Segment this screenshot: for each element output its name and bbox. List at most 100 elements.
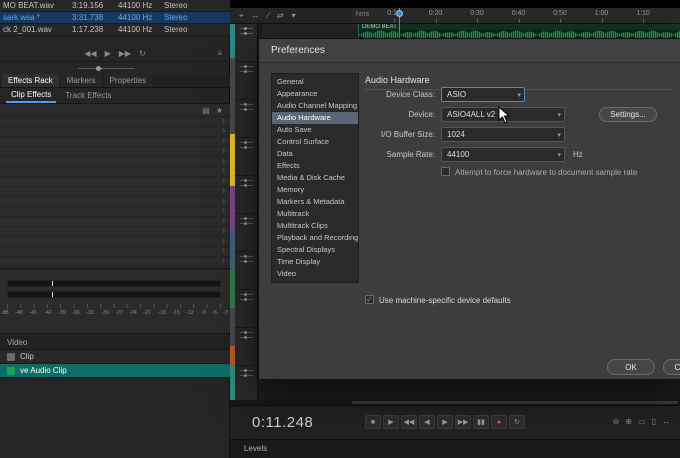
tab-effects-rack[interactable]: Effects Rack: [2, 74, 59, 87]
pref-category-multitrack-clips[interactable]: Multitrack Clips: [272, 220, 358, 232]
track-slider[interactable]: [240, 70, 253, 73]
pref-category-audio-hardware[interactable]: Audio Hardware: [272, 112, 358, 124]
pref-category-video[interactable]: Video: [272, 268, 358, 280]
device-class-dropdown[interactable]: ASIO: [441, 87, 525, 102]
clip-effects-button[interactable]: Clip Effects: [6, 89, 57, 103]
skip-forward-button[interactable]: ▶▶: [455, 415, 471, 429]
effect-slot[interactable]: ›: [0, 136, 230, 147]
video-clip-item[interactable]: ve Audio Clip: [0, 364, 230, 378]
effect-slot[interactable]: ›: [0, 216, 230, 227]
effect-slot[interactable]: ›: [0, 236, 230, 247]
track-header[interactable]: [235, 62, 257, 100]
track-slider[interactable]: [240, 179, 253, 182]
pref-category-audio-channel-mapping[interactable]: Audio Channel Mapping: [272, 100, 358, 112]
track-slider[interactable]: [240, 65, 253, 68]
panel-menu-icon[interactable]: ≡: [217, 46, 222, 62]
file-row[interactable]: ck 2_001.wav 1:17.238 44100 Hz Stereo: [0, 24, 230, 36]
effect-slot[interactable]: ›: [0, 186, 230, 197]
loop-button[interactable]: ↻: [139, 49, 146, 58]
file-row[interactable]: MO BEAT.wav 3:19.156 44100 Hz Stereo: [0, 0, 230, 12]
cancel-button[interactable]: Cancel: [663, 359, 680, 375]
skip-back-button[interactable]: ◀◀: [401, 415, 417, 429]
pref-category-auto-save[interactable]: Auto Save: [272, 124, 358, 136]
playhead-handle[interactable]: [396, 10, 403, 17]
track-header[interactable]: [235, 252, 257, 290]
record-button[interactable]: ●: [491, 415, 507, 429]
pref-category-markers-metadata[interactable]: Markers & Metadata: [272, 196, 358, 208]
machine-defaults-checkbox[interactable]: ✓: [365, 295, 374, 304]
levels-panel-tab[interactable]: Levels: [244, 444, 267, 453]
effect-slot[interactable]: ›: [0, 166, 230, 177]
settings-button[interactable]: Settings...: [599, 107, 657, 122]
move-tool-icon[interactable]: ↔: [252, 11, 260, 20]
effect-slot[interactable]: ›: [0, 226, 230, 237]
time-selection-tool-icon[interactable]: ⌖: [239, 11, 244, 21]
zoom-out-icon[interactable]: ⊖: [613, 417, 620, 426]
track-header[interactable]: [235, 328, 257, 366]
play-button[interactable]: ▶: [383, 415, 399, 429]
rewind-button[interactable]: ◀: [419, 415, 435, 429]
track-slider[interactable]: [240, 27, 253, 30]
effect-slot[interactable]: ›: [0, 206, 230, 217]
pref-category-media-disk-cache[interactable]: Media & Disk Cache: [272, 172, 358, 184]
track-header[interactable]: [235, 100, 257, 138]
track-slider[interactable]: [240, 141, 253, 144]
effect-slot[interactable]: ›: [0, 156, 230, 167]
effect-slot[interactable]: ›: [0, 116, 230, 127]
ok-button[interactable]: OK: [607, 359, 655, 375]
pref-category-control-surface[interactable]: Control Surface: [272, 136, 358, 148]
volume-knob-icon[interactable]: [96, 65, 101, 71]
effect-slot[interactable]: ›: [0, 246, 230, 257]
slip-tool-icon[interactable]: ⇄: [277, 11, 284, 20]
pref-category-appearance[interactable]: Appearance: [272, 88, 358, 100]
video-clip-item[interactable]: Clip: [0, 350, 230, 364]
track-slider[interactable]: [240, 103, 253, 106]
zoom-in-icon[interactable]: ⊕: [625, 417, 632, 426]
effect-slot[interactable]: ›: [0, 146, 230, 157]
pref-category-data[interactable]: Data: [272, 148, 358, 160]
track-slider[interactable]: [240, 217, 253, 220]
track-header[interactable]: [235, 290, 257, 328]
track-header[interactable]: [235, 214, 257, 252]
file-row[interactable]: sark.wsa * 3:31.738 44100 Hz Stereo: [0, 12, 230, 24]
track-slider[interactable]: [240, 222, 253, 225]
stop-button[interactable]: ■: [365, 415, 381, 429]
pref-category-memory[interactable]: Memory: [272, 184, 358, 196]
force-sample-rate-checkbox[interactable]: [441, 167, 450, 176]
play-button[interactable]: ▶: [105, 49, 111, 58]
track-slider[interactable]: [240, 336, 253, 339]
effect-slot[interactable]: ›: [0, 126, 230, 137]
track-header[interactable]: [235, 176, 257, 214]
razor-tool-icon[interactable]: ∕: [268, 11, 269, 20]
track-slider[interactable]: [240, 32, 253, 35]
marker-tool-icon[interactable]: ▾: [292, 11, 296, 20]
track-slider[interactable]: [240, 255, 253, 258]
track-slider[interactable]: [240, 298, 253, 301]
pref-category-general[interactable]: General: [272, 76, 358, 88]
tab-markers[interactable]: Markers: [60, 74, 102, 87]
buffer-size-dropdown[interactable]: 1024: [441, 127, 565, 142]
tab-properties[interactable]: Properties: [103, 74, 153, 87]
pause-button[interactable]: ▮▮: [473, 415, 489, 429]
track-header[interactable]: [235, 366, 257, 404]
track-header[interactable]: [235, 138, 257, 176]
pref-category-playback-and-recording[interactable]: Playback and Recording: [272, 232, 358, 244]
effect-slot[interactable]: ›: [0, 196, 230, 207]
track-slider[interactable]: [240, 146, 253, 149]
scrollbar-thumb[interactable]: [352, 401, 678, 404]
track-slider[interactable]: [240, 331, 253, 334]
track-slider[interactable]: [240, 374, 253, 377]
pref-category-spectral-displays[interactable]: Spectral Displays: [272, 244, 358, 256]
track-header[interactable]: [235, 24, 257, 62]
track-slider[interactable]: [240, 260, 253, 263]
volume-slider[interactable]: [78, 65, 134, 71]
pref-category-time-display[interactable]: Time Display: [272, 256, 358, 268]
zoom-fit-icon[interactable]: ▭: [638, 417, 646, 426]
pan-icon[interactable]: ↔: [662, 417, 670, 426]
track-slider[interactable]: [240, 293, 253, 296]
track-effects-button[interactable]: Track Effects: [60, 90, 116, 102]
list-icon[interactable]: ▤: [202, 106, 210, 115]
skip-back-button[interactable]: ◀◀: [84, 49, 96, 58]
effect-slot[interactable]: ›: [0, 256, 230, 267]
effect-slot[interactable]: ›: [0, 176, 230, 187]
